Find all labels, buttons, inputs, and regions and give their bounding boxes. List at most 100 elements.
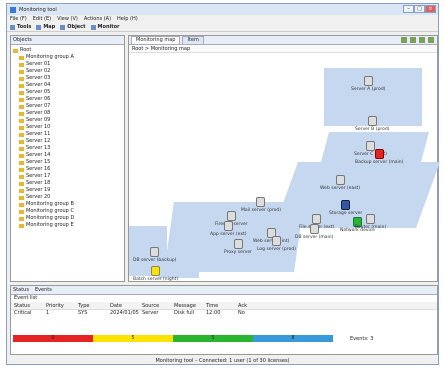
severity-warning[interactable]: 5 — [93, 335, 173, 342]
toolbar-monitor[interactable]: Monitor — [90, 24, 120, 30]
refresh-icon[interactable] — [428, 37, 434, 43]
tree-item[interactable]: Monitoring group C — [13, 208, 124, 215]
server-icon — [341, 200, 351, 210]
menu-view[interactable]: View (V) — [57, 16, 78, 22]
map-node[interactable]: App server (ext) — [210, 221, 247, 237]
maximize-button[interactable]: □ — [414, 5, 425, 13]
folder-icon — [19, 104, 24, 109]
tree-item[interactable]: Server 02 — [13, 68, 124, 75]
tree-item[interactable]: Server 03 — [13, 75, 124, 82]
tree-item[interactable]: Server 19 — [13, 187, 124, 194]
column-header[interactable]: Date — [110, 302, 142, 309]
tree-item-label: Server 02 — [26, 68, 51, 74]
tab-item[interactable]: Item — [182, 36, 204, 44]
folder-icon — [19, 125, 24, 130]
severity-normal[interactable]: 5 — [173, 335, 253, 342]
object-tree: Root Monitoring group A Server 01 Server 0… — [11, 45, 124, 229]
map-node[interactable]: Backup server (main) — [355, 149, 403, 165]
tree-item[interactable]: Server 20 — [13, 194, 124, 201]
tree-item[interactable]: Server 12 — [13, 138, 124, 145]
severity-info[interactable]: 8 — [253, 335, 333, 342]
tree-item[interactable]: Server 05 — [13, 89, 124, 96]
server-icon — [366, 214, 376, 224]
toolbar-label: Map — [43, 24, 56, 30]
server-icon — [150, 247, 160, 257]
column-header[interactable]: Source — [142, 302, 174, 309]
menu-file[interactable]: File (F) — [10, 16, 27, 22]
table-cell: Server — [142, 310, 159, 316]
tree-item-label: Server 09 — [26, 117, 51, 123]
severity-critical[interactable]: 0 — [13, 335, 93, 342]
tool-icon — [10, 24, 15, 30]
menu-action[interactable]: Actions (A) — [84, 16, 111, 22]
tree-item[interactable]: Server 18 — [13, 180, 124, 187]
tree-item[interactable]: Monitoring group D — [13, 215, 124, 222]
folder-icon — [13, 48, 18, 53]
breadcrumb: Root > Monitoring map — [129, 45, 437, 53]
menu-bar: File (F) Edit (E) View (V) Actions (A) H… — [7, 15, 438, 23]
tree-item[interactable]: Server 11 — [13, 131, 124, 138]
toolbar-object[interactable]: Object — [60, 24, 86, 30]
map-node[interactable]: Web server (east) — [320, 175, 360, 191]
folder-icon — [19, 209, 24, 214]
folder-icon — [19, 69, 24, 74]
tree-item[interactable]: Monitoring group A — [13, 54, 124, 61]
map-node[interactable]: Log server (prod) — [257, 236, 296, 252]
minimize-button[interactable]: – — [403, 5, 414, 13]
tree-item[interactable]: Server 09 — [13, 117, 124, 124]
monitoring-map-canvas[interactable]: Server A (prod) Server B (prod) Server C (… — [129, 54, 441, 282]
window-title: Monitoring tool — [19, 6, 57, 13]
folder-icon — [19, 223, 24, 228]
folder-icon — [19, 160, 24, 165]
tree-root[interactable]: Root — [13, 47, 124, 54]
tab-status[interactable]: Status — [13, 287, 29, 293]
layout-icon[interactable] — [419, 37, 425, 43]
tree-item[interactable]: Server 01 — [13, 61, 124, 68]
tree-item[interactable]: Server 10 — [13, 124, 124, 131]
map-node[interactable]: DB server (main) — [295, 224, 333, 240]
map-node[interactable]: Batch server (night) — [133, 266, 178, 282]
column-header[interactable]: Ack — [238, 302, 270, 309]
column-header[interactable]: Status — [14, 302, 46, 309]
tree-item[interactable]: Server 13 — [13, 145, 124, 152]
tree-item[interactable]: Server 07 — [13, 103, 124, 110]
tree-item[interactable]: Server 06 — [13, 96, 124, 103]
tree-item-label: Server 18 — [26, 180, 51, 186]
tab-monitoring-map[interactable]: Monitoring map — [131, 36, 181, 44]
tree-item[interactable]: Monitoring group B — [13, 201, 124, 208]
zoom-in-icon[interactable] — [401, 37, 407, 43]
tree-item[interactable]: Server 08 — [13, 110, 124, 117]
map-node[interactable]: Router (main) — [355, 214, 386, 230]
table-cell: Disk full — [174, 310, 195, 316]
toolbar-tools[interactable]: Tools — [10, 24, 31, 30]
map-node[interactable]: DB server (backup) — [133, 247, 176, 263]
close-button[interactable]: × — [425, 5, 436, 13]
tree-item-label: Server 17 — [26, 173, 51, 179]
tree-item[interactable]: Server 15 — [13, 159, 124, 166]
map-node[interactable]: Proxy server — [224, 239, 252, 255]
node-label: Router (main) — [355, 225, 387, 230]
zoom-out-icon[interactable] — [410, 37, 416, 43]
tree-item[interactable]: Server 16 — [13, 166, 124, 173]
tree-item[interactable]: Monitoring group E — [13, 222, 124, 229]
tree-item[interactable]: Server 17 — [13, 173, 124, 180]
map-node[interactable]: Server A (prod) — [351, 76, 385, 92]
column-header[interactable]: Message — [174, 302, 206, 309]
object-tree-pane: Objects Root Monitoring group A Server 01… — [10, 35, 125, 282]
table-row[interactable]: Critical 1 SYS 2024/01/05 Server Disk full 12:… — [11, 310, 437, 317]
menu-edit[interactable]: Edit (E) — [33, 16, 51, 22]
map-node[interactable]: Server B (prod) — [355, 116, 389, 132]
column-header[interactable]: Time — [206, 302, 238, 309]
tree-item[interactable]: Server 04 — [13, 82, 124, 89]
tree-item-label: Server 20 — [26, 194, 51, 200]
tree-tab[interactable]: Objects — [11, 36, 124, 45]
table-cell: 12:00 — [206, 310, 221, 316]
toolbar-map[interactable]: Map — [36, 24, 55, 30]
column-header[interactable]: Type — [78, 302, 110, 309]
tree-item[interactable]: Server 14 — [13, 152, 124, 159]
tab-events[interactable]: Events — [35, 287, 52, 293]
column-header[interactable]: Priority — [46, 302, 78, 309]
menu-help[interactable]: Help (H) — [117, 16, 138, 22]
tree-item-label: Server 07 — [26, 103, 51, 109]
tree-tab-label: Objects — [13, 37, 32, 43]
